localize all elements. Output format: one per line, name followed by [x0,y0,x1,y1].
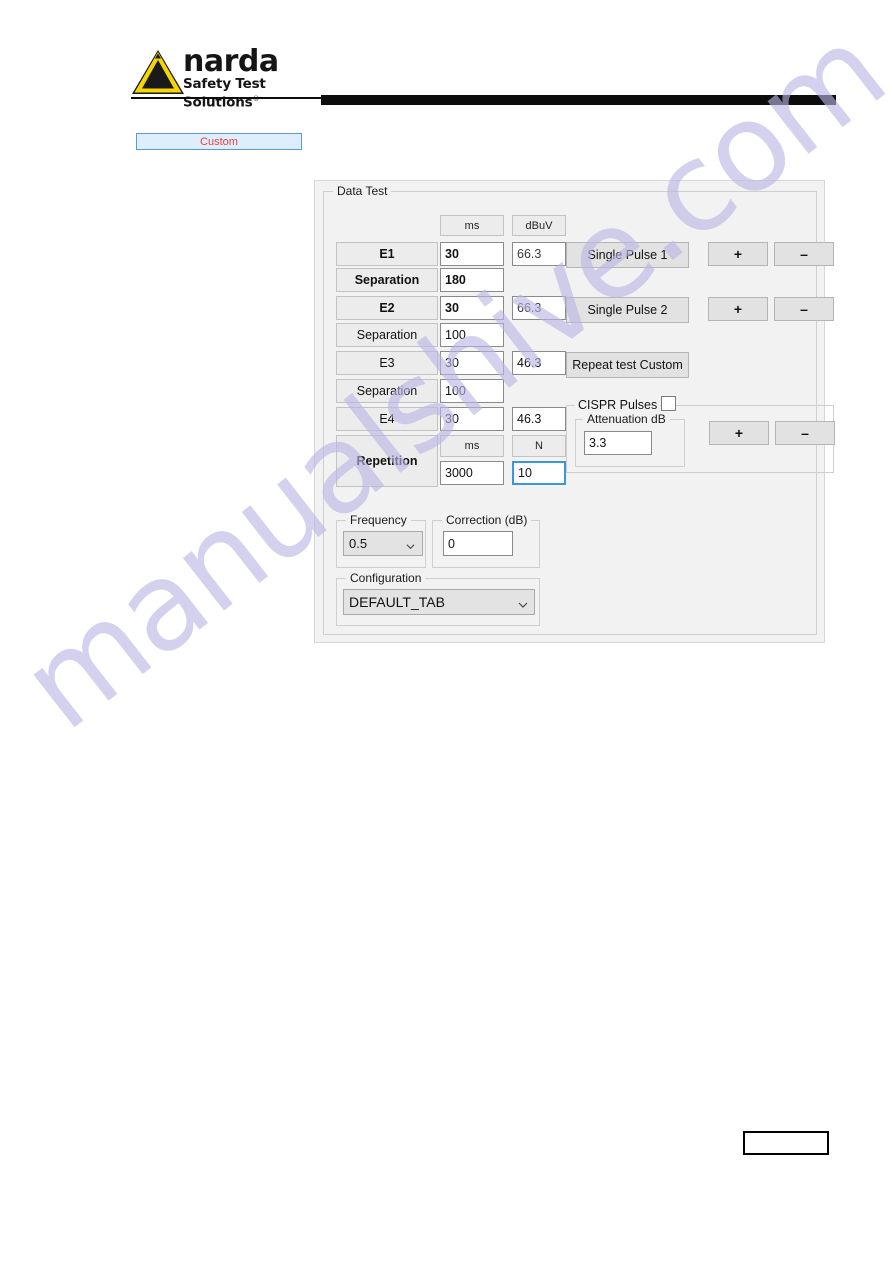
single-pulse-1-plus-button[interactable]: + [708,242,768,266]
row-label-e4[interactable]: E4 [336,407,438,431]
row-dbuv-e2[interactable]: 66.3 [512,296,566,320]
brand-name: narda [183,44,279,79]
row-dbuv-e3[interactable]: 46.3 [512,351,566,375]
correction-groupbox: Correction (dB) 0 [432,513,540,568]
attenuation-minus-button[interactable]: – [775,421,835,445]
repetition-n-value[interactable]: 10 [512,461,566,485]
row-label-repetition[interactable]: Repetition [336,435,438,487]
chevron-down-icon [406,539,415,549]
attenuation-value-input[interactable]: 3.3 [584,431,652,455]
single-pulse-2-button[interactable]: Single Pulse 2 [566,297,689,323]
row-label-separation-1[interactable]: Separation [336,268,438,292]
row-label-e1[interactable]: E1 [336,242,438,266]
chevron-down-icon [518,597,528,608]
cispr-pulses-label: CISPR Pulses [575,398,661,412]
frequency-label: Frequency [346,513,411,527]
unit-header-ms: ms [440,215,504,236]
frequency-groupbox: Frequency 0.5 [336,513,426,568]
row-ms-separation-2[interactable]: 100 [440,323,504,347]
attenuation-label: Attenuation dB [583,412,670,426]
correction-value-input[interactable]: 0 [443,531,513,556]
unit-header-dbuv: dBuV [512,215,566,236]
single-pulse-2-minus-button[interactable]: – [774,297,834,321]
single-pulse-1-button[interactable]: Single Pulse 1 [566,242,689,268]
configuration-value: DEFAULT_TAB [349,594,445,610]
configuration-label: Configuration [346,571,426,585]
row-ms-e2[interactable]: 30 [440,296,504,320]
data-test-group-title: Data Test [333,184,392,198]
row-ms-separation-3[interactable]: 100 [440,379,504,403]
warning-triangle-icon [131,49,185,95]
repetition-unit-n: N [512,435,566,457]
cispr-pulses-groupbox: CISPR Pulses Attenuation dB 3.3 + – [566,396,835,473]
row-ms-e1[interactable]: 30 [440,242,504,266]
attenuation-plus-button[interactable]: + [709,421,769,445]
attenuation-groupbox: Attenuation dB 3.3 [575,412,685,467]
row-label-e3[interactable]: E3 [336,351,438,375]
row-label-e2[interactable]: E2 [336,296,438,320]
header-thin-rule [131,97,321,99]
tab-custom[interactable]: Custom [136,133,302,150]
brand-wordmark: narda Safety Test Solutions® [183,46,279,112]
row-dbuv-e1[interactable]: 66.3 [512,242,566,266]
repeat-test-custom-button[interactable]: Repeat test Custom [566,352,689,378]
single-pulse-1-minus-button[interactable]: – [774,242,834,266]
configuration-groupbox: Configuration DEFAULT_TAB [336,571,540,626]
brand-tagline: Safety Test Solutions® [183,77,279,111]
frequency-value: 0.5 [349,536,368,551]
data-test-groupbox: Data Test ms dBuV E1 30 66.3 Separation … [323,184,835,635]
row-label-separation-2[interactable]: Separation [336,323,438,347]
repetition-unit-ms: ms [440,435,504,457]
page-footer-box [743,1131,829,1155]
row-ms-e3[interactable]: 30 [440,351,504,375]
row-ms-separation-1[interactable]: 180 [440,268,504,292]
brand-tagline-text: Safety Test Solutions [183,76,266,111]
cispr-pulses-checkbox[interactable] [661,396,676,411]
row-ms-e4[interactable]: 30 [440,407,504,431]
row-label-separation-3[interactable]: Separation [336,379,438,403]
single-pulse-2-plus-button[interactable]: + [708,297,768,321]
header-thick-rule [321,95,836,105]
correction-label: Correction (dB) [442,513,532,527]
configuration-select[interactable]: DEFAULT_TAB [343,589,535,615]
page-header: narda Safety Test Solutions® [0,0,893,115]
repetition-ms-value[interactable]: 3000 [440,461,504,485]
frequency-select[interactable]: 0.5 [343,531,423,556]
data-test-dialog: Data Test ms dBuV E1 30 66.3 Separation … [314,180,835,643]
row-dbuv-e4[interactable]: 46.3 [512,407,566,431]
